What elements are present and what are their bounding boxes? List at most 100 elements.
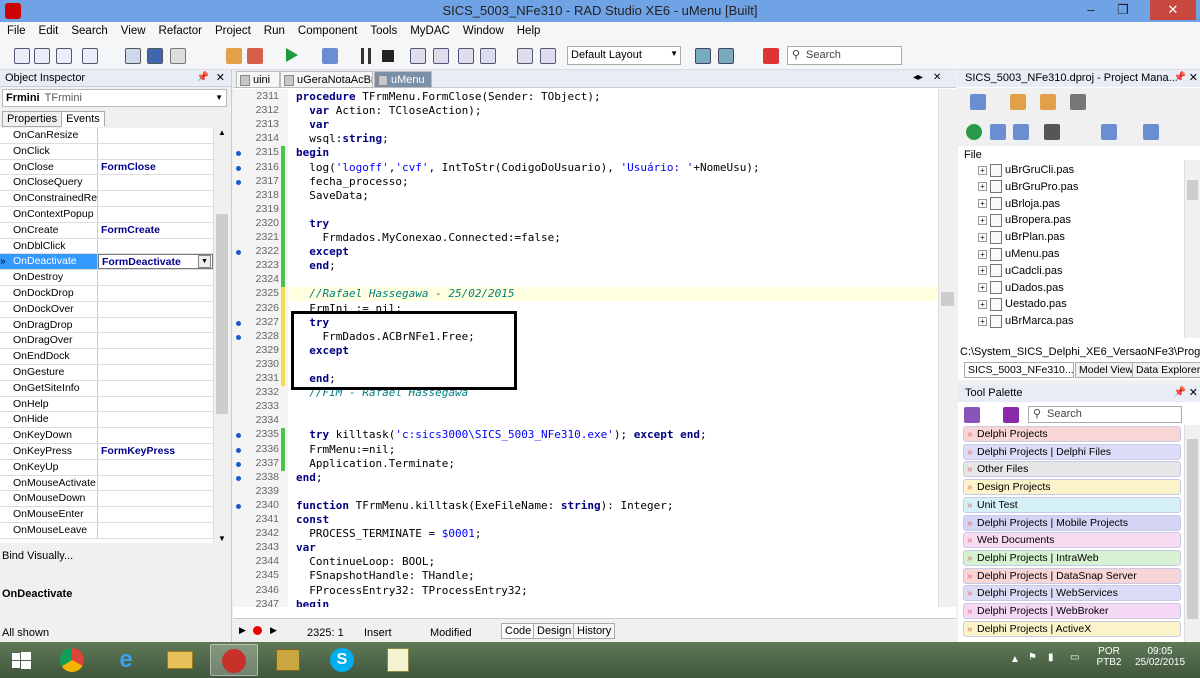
event-handler[interactable]	[98, 412, 213, 427]
build-icon[interactable]	[1101, 124, 1117, 140]
code-line[interactable]: end;	[296, 259, 336, 273]
expand-icon[interactable]: +	[978, 266, 987, 276]
record-macro-icon[interactable]: ▶	[239, 625, 246, 636]
expand-icon[interactable]: +	[978, 299, 987, 309]
folder-icon[interactable]	[1040, 94, 1056, 110]
windows-start-icon[interactable]	[0, 644, 44, 676]
code-line[interactable]: end;	[296, 471, 323, 485]
object-selector[interactable]: Frmini TFrmini ▼	[2, 89, 227, 107]
set-debug-desktop-icon[interactable]	[718, 48, 734, 64]
breakpoint-marker-icon[interactable]	[236, 503, 241, 509]
run-to-cursor-icon[interactable]	[480, 48, 496, 64]
tab-events[interactable]: Events	[61, 111, 105, 127]
menu-view[interactable]: View	[114, 22, 152, 37]
code-line[interactable]: ContinueLoop: BOOL;	[296, 555, 435, 569]
new-items-icon[interactable]	[34, 48, 50, 64]
code-line[interactable]: var	[296, 118, 329, 132]
event-handler[interactable]: FormCreate	[98, 223, 213, 238]
expand-icon[interactable]: +	[978, 283, 987, 293]
event-handler[interactable]	[98, 507, 213, 522]
clock[interactable]: 09:05 25/02/2015	[1130, 646, 1190, 668]
event-handler[interactable]	[98, 286, 213, 301]
expand-icon[interactable]: +	[978, 215, 987, 225]
expand-icon[interactable]	[990, 124, 1006, 140]
breakpoint-marker-icon[interactable]	[236, 320, 241, 326]
record-icon[interactable]	[253, 626, 262, 635]
tab-properties[interactable]: Properties	[2, 111, 63, 127]
event-handler[interactable]	[98, 175, 213, 190]
program-reset-icon[interactable]	[540, 48, 556, 64]
event-handler[interactable]: FormDeactivate	[98, 254, 213, 270]
code-line[interactable]: try killtask('c:sics3000\SICS_5003_NFe31…	[296, 428, 706, 442]
sync-icon[interactable]	[966, 124, 982, 140]
breakpoint-marker-icon[interactable]	[236, 250, 241, 256]
editor-scrollbar[interactable]	[938, 89, 956, 607]
play-macro-icon[interactable]: ▶	[270, 625, 277, 636]
breakpoint-marker-icon[interactable]	[236, 165, 241, 171]
code-line[interactable]: function TFrmMenu.killtask(ExeFileName: …	[296, 499, 674, 513]
event-handler[interactable]	[98, 381, 213, 396]
inspector-scrollbar[interactable]: ▲ ▼	[213, 128, 230, 543]
code-line[interactable]: wsql:string;	[296, 132, 389, 146]
pause-icon[interactable]	[361, 48, 371, 64]
code-line[interactable]: //Rafael Hassegawa - 25/02/2015	[296, 287, 514, 301]
sort-icon[interactable]	[1044, 124, 1060, 140]
tab-uini[interactable]: uini	[236, 71, 280, 88]
palette-category[interactable]: Delphi Projects	[963, 426, 1181, 442]
add-icon[interactable]	[1010, 94, 1026, 110]
event-handler[interactable]: FormKeyPress	[98, 444, 213, 459]
new-icon[interactable]	[14, 48, 30, 64]
categories-icon[interactable]	[964, 407, 980, 423]
code-line[interactable]: log('logoff','cvf', IntToStr(CodigoDoUsu…	[296, 161, 759, 175]
event-handler[interactable]	[98, 365, 213, 380]
menu-file[interactable]: File	[0, 22, 32, 37]
code-line[interactable]: FrmIni := nil;	[296, 302, 402, 316]
event-handler[interactable]	[98, 476, 213, 491]
layout-select[interactable]: Default Layout ▼	[567, 46, 681, 65]
event-handler[interactable]	[98, 128, 213, 143]
project-file-item[interactable]: + uMenu.pas	[978, 246, 1059, 262]
help-icon[interactable]	[763, 48, 779, 64]
event-handler[interactable]	[98, 239, 213, 254]
open-icon[interactable]	[56, 48, 72, 64]
event-handler[interactable]	[98, 207, 213, 222]
menu-project[interactable]: Project	[208, 22, 257, 37]
project-file-item[interactable]: + uBrGruPro.pas	[978, 179, 1078, 195]
tab-umenu[interactable]: uMenu	[374, 71, 432, 88]
event-handler[interactable]	[98, 318, 213, 333]
palette-scrollbar[interactable]	[1184, 425, 1200, 642]
monitor-app-icon[interactable]	[374, 644, 422, 676]
menu-edit[interactable]: Edit	[32, 22, 65, 37]
database-icon[interactable]	[264, 644, 312, 676]
menu-component[interactable]: Component	[291, 22, 363, 37]
code-line[interactable]: SaveData;	[296, 189, 369, 203]
pin-icon[interactable]: 📌	[1174, 72, 1186, 83]
event-handler[interactable]	[98, 523, 213, 538]
event-row[interactable]: OnContextPopup	[0, 206, 213, 223]
event-row[interactable]: OnGetSiteInfo	[0, 380, 213, 397]
event-row[interactable]: OnClick	[0, 143, 213, 160]
stop-icon[interactable]	[382, 50, 394, 62]
tab-code[interactable]: Code	[501, 623, 536, 639]
event-row[interactable]: OnEndDock	[0, 349, 213, 365]
code-line[interactable]: FrmMenu:=nil;	[296, 443, 395, 457]
rad-studio-icon[interactable]	[210, 644, 258, 676]
view-icon[interactable]	[1070, 94, 1086, 110]
close-panel-icon[interactable]: ✕	[1189, 386, 1198, 399]
skype-icon[interactable]: S	[318, 644, 366, 676]
tab-project[interactable]: SICS_5003_NFe310....	[964, 362, 1074, 378]
tab-ugeranota[interactable]: uGeraNotaAcBr	[280, 71, 373, 88]
event-handler[interactable]	[98, 302, 213, 317]
code-line[interactable]: FrmDados.ACBrNFe1.Free;	[296, 330, 474, 344]
palette-category[interactable]: Other Files	[963, 461, 1181, 478]
event-row[interactable]: OnKeyDown	[0, 428, 213, 444]
event-handler[interactable]	[98, 460, 213, 475]
palette-category[interactable]: Unit Test	[963, 496, 1181, 513]
battery-icon[interactable]: ▭	[1070, 652, 1079, 663]
run-icon[interactable]	[286, 48, 298, 62]
menu-help[interactable]: Help	[510, 22, 547, 37]
event-row[interactable]: OnKeyUp	[0, 459, 213, 476]
event-row[interactable]: OnClose FormClose	[0, 159, 213, 176]
step-over-icon[interactable]	[410, 48, 426, 64]
palette-category[interactable]: Delphi Projects | IntraWeb	[963, 549, 1181, 566]
